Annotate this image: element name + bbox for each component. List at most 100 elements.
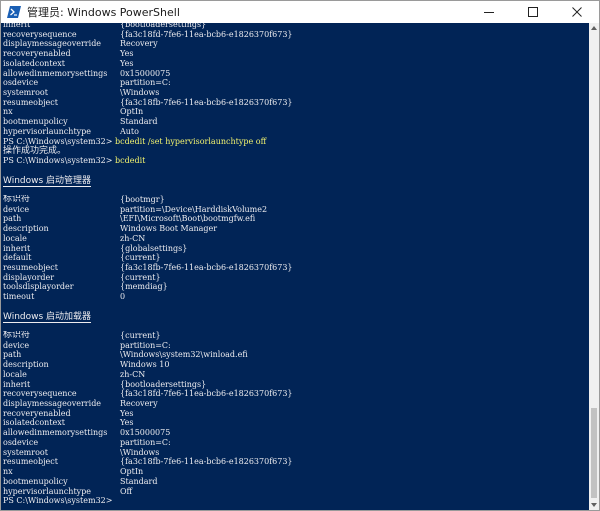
console-key: osdevice <box>3 437 39 447</box>
console-value: zh-CN <box>120 369 146 379</box>
console-kv-line: toolsdisplayorder {memdiag} <box>3 282 293 292</box>
console-value: {current} <box>120 253 161 263</box>
console-key: displayorder <box>3 272 55 282</box>
chevron-up-icon <box>591 26 597 30</box>
maximize-button[interactable] <box>511 1 555 23</box>
maximize-icon <box>528 7 538 17</box>
console-key: toolsdisplayorder <box>3 282 74 292</box>
console-kv-line: resumeobject {fa3c18fb-7fe6-11ea-bcb6-e18… <box>3 457 293 467</box>
title-bar[interactable]: 管理员: Windows PowerShell <box>1 1 599 23</box>
console-key: hypervisorlaunchtype <box>3 126 92 136</box>
console-key: displaymessageoverride <box>3 399 102 409</box>
console-kv-line: locale zh-CN <box>3 370 293 380</box>
console-value: {fa3c18fb-7fe6-11ea-bcb6-e1826370f673} <box>120 262 293 272</box>
vertical-scrollbar[interactable] <box>589 23 599 510</box>
console-key: path <box>3 214 22 224</box>
console-key: bootmenupolicy <box>3 117 68 127</box>
console-value: Yes <box>120 418 134 428</box>
powershell-window: 管理员: Windows PowerShell inherit {bootload… <box>0 0 600 511</box>
console-value: Off <box>120 486 133 496</box>
console-value: Recovery <box>120 399 158 409</box>
console-key: hypervisorlaunchtype <box>3 486 92 496</box>
console-kv-line: systemroot \Windows <box>3 448 293 458</box>
console-kv-line: description Windows 10 <box>3 360 293 370</box>
console-key: systemroot <box>3 447 48 457</box>
console-kv-line: default {current} <box>3 253 293 263</box>
console-key: isolatedcontext <box>3 58 66 68</box>
console-key: path <box>3 350 22 360</box>
console-value: Yes <box>120 58 134 68</box>
console-kv-line: recoverysequence {fa3c18fd-7fe6-11ea-bcb6… <box>3 30 293 40</box>
window-title: 管理员: Windows PowerShell <box>27 6 180 19</box>
console-value: 0x15000075 <box>120 68 171 78</box>
window-controls <box>467 1 599 23</box>
console-kv-line: timeout 0 <box>3 292 293 302</box>
console-key: nx <box>3 107 13 117</box>
console-key: recoveryenabled <box>3 408 71 418</box>
console-kv-line: resumeobject {fa3c18fb-7fe6-11ea-bcb6-e18… <box>3 98 293 108</box>
console-key: description <box>3 224 49 234</box>
console-kv-line: inherit {bootloadersettings} <box>3 380 293 390</box>
console-key: description <box>3 360 49 370</box>
console-key: inherit <box>3 243 31 253</box>
console-key: inherit <box>3 23 31 29</box>
console-value: {memdiag} <box>120 282 168 292</box>
console-kv-line: inherit {globalsettings} <box>3 244 293 254</box>
console-key: recoverysequence <box>3 29 77 39</box>
console-value: partition=C: <box>120 78 171 88</box>
console-value: {fa3c18fd-7fe6-11ea-bcb6-e1826370f673} <box>120 389 293 399</box>
console-kv-line: osdevice partition=C: <box>3 78 293 88</box>
console-prompt: PS C:\Windows\system32> <box>3 136 115 146</box>
console-value: {fa3c18fb-7fe6-11ea-bcb6-e1826370f673} <box>120 97 293 107</box>
console-key: isolatedcontext <box>3 418 66 428</box>
console-output[interactable]: inherit {bootloadersettings} recoveryseque… <box>1 23 589 510</box>
console-value: Yes <box>120 408 134 418</box>
section-header-text: Windows 启动管理器 <box>3 175 92 187</box>
console-value: OptIn <box>120 107 144 117</box>
console-key: 标识符 <box>3 194 31 204</box>
console-kv-line: allowedinmemorysettings 0x15000075 <box>3 428 293 438</box>
console-kv-line: isolatedcontext Yes <box>3 59 293 69</box>
console-command: bcdedit /set hypervisorlaunchtype off <box>115 136 267 146</box>
console-value: 0x15000075 <box>120 428 171 438</box>
console-command: bcdedit <box>115 156 146 166</box>
console-kv-line: path \Windows\system32\winload.efi <box>3 350 293 360</box>
console-kv-line: allowedinmemorysettings 0x15000075 <box>3 69 293 79</box>
scroll-down-button[interactable] <box>589 500 599 510</box>
console-key: systemroot <box>3 88 48 98</box>
console-kv-line: path \EFI\Microsoft\Boot\bootmgfw.efi <box>3 214 293 224</box>
scroll-thumb[interactable] <box>591 408 597 498</box>
console-value: \Windows\system32\winload.efi <box>120 350 248 360</box>
console-value: partition=C: <box>120 340 171 350</box>
console-section-header: Windows 启动加载器 <box>3 312 293 323</box>
console-value: Auto <box>120 126 139 136</box>
scroll-up-button[interactable] <box>589 23 599 33</box>
console-value: partition=C: <box>120 437 171 447</box>
console-text: 操作成功完成。 <box>3 146 67 157</box>
console-value: {fa3c18fd-7fe6-11ea-bcb6-e1826370f673} <box>120 29 293 39</box>
console-value: Standard <box>120 476 158 486</box>
console-prompt: PS C:\Windows\system32> <box>3 156 115 166</box>
console-prompt-line: PS C:\Windows\system32> <box>3 496 293 506</box>
console-kv-line: recoverysequence {fa3c18fd-7fe6-11ea-bcb6… <box>3 389 293 399</box>
console-key: osdevice <box>3 78 39 88</box>
console-value: {current} <box>120 331 161 340</box>
console-value: {fa3c18fb-7fe6-11ea-bcb6-e1826370f673} <box>120 457 293 467</box>
console-kv-line: hypervisorlaunchtype Off <box>3 487 293 497</box>
console-value: {current} <box>120 272 161 282</box>
console-key: resumeobject <box>3 97 58 107</box>
powershell-icon[interactable] <box>7 5 21 19</box>
console-key: displaymessageoverride <box>3 39 102 49</box>
minimize-button[interactable] <box>467 1 511 23</box>
console-kv-line: device partition=C: <box>3 341 293 351</box>
console-kv-line: bootmenupolicy Standard <box>3 477 293 487</box>
close-button[interactable] <box>555 1 599 23</box>
console-value: {bootloadersettings} <box>120 379 207 389</box>
console-prompt-line: PS C:\Windows\system32> bcdedit <box>3 156 293 166</box>
console-key: allowedinmemorysettings <box>3 428 108 438</box>
console-kv-line: 标识符 {current} <box>3 331 293 341</box>
console-kv-line: systemroot \Windows <box>3 88 293 98</box>
